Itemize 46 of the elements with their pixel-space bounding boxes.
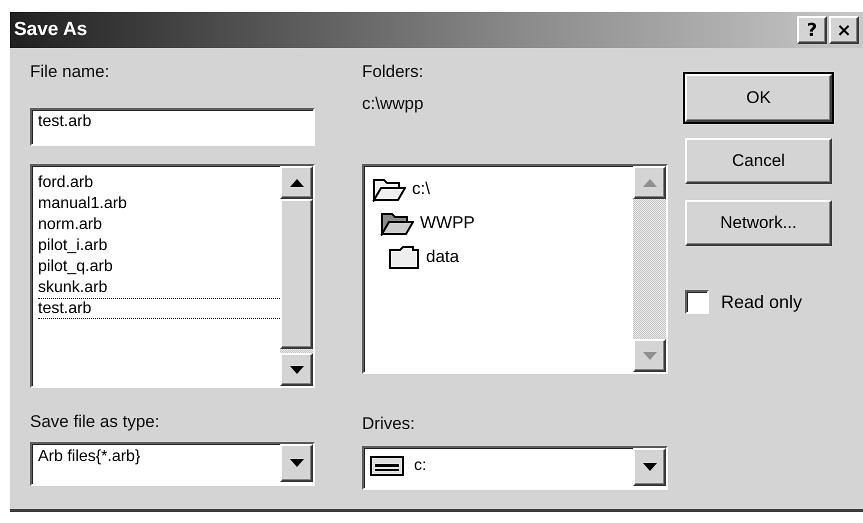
open-folder-icon xyxy=(380,210,414,236)
dialog-button[interactable]: Network... xyxy=(685,200,832,246)
scroll-down-button[interactable] xyxy=(280,353,313,386)
folder-item[interactable]: c:\ xyxy=(412,179,430,199)
dropdown-button[interactable] xyxy=(633,448,666,486)
current-path: c:\wwpp xyxy=(362,94,424,115)
drive-icon xyxy=(370,456,404,476)
file-item[interactable]: skunk.arb xyxy=(38,277,280,298)
dialog-button[interactable]: OK xyxy=(685,74,832,122)
folder-icon xyxy=(388,244,420,270)
checkbox-label: Read only xyxy=(721,292,802,312)
drives-dropdown[interactable]: c: xyxy=(362,446,668,490)
scroll-down-button[interactable] xyxy=(633,339,666,372)
field-label: Save file as type: xyxy=(30,412,160,433)
scroll-up-button[interactable] xyxy=(633,166,666,199)
window-title: Save As xyxy=(14,19,88,41)
read-only-checkbox[interactable] xyxy=(685,290,709,314)
folder-item[interactable]: WWPP xyxy=(420,213,475,233)
down-arrow-icon xyxy=(290,459,304,467)
file-name-field[interactable]: test.arb xyxy=(30,108,315,146)
field-label: Drives: xyxy=(362,414,416,435)
folder-item[interactable]: data xyxy=(426,247,460,267)
field-label: Folders: xyxy=(362,62,424,83)
down-arrow-icon xyxy=(642,352,656,360)
down-arrow-icon xyxy=(290,366,304,374)
help-button[interactable]: ? xyxy=(797,16,827,44)
dropdown-button[interactable] xyxy=(280,444,313,482)
drive-label: c: xyxy=(414,457,426,475)
scroll-thumb[interactable] xyxy=(280,199,313,349)
up-arrow-icon xyxy=(290,178,304,186)
file-item[interactable]: pilot_q.arb xyxy=(38,256,280,277)
file-item[interactable]: test.arb xyxy=(38,298,280,319)
scrollbar[interactable] xyxy=(633,166,666,372)
open-folder-icon xyxy=(372,176,406,202)
file-item[interactable]: ford.arb xyxy=(38,172,280,193)
up-arrow-icon xyxy=(642,178,656,186)
scroll-up-button[interactable] xyxy=(280,166,313,199)
file-type-dropdown[interactable]: Arb files{*.arb} xyxy=(30,442,315,486)
file-item[interactable]: pilot_i.arb xyxy=(38,235,280,256)
file-item[interactable]: manual1.arb xyxy=(38,193,280,214)
close-button[interactable]: × xyxy=(829,16,859,44)
dialog-button[interactable]: Cancel xyxy=(685,138,832,184)
down-arrow-icon xyxy=(642,463,656,471)
file-item[interactable]: norm.arb xyxy=(38,214,280,235)
field-label: File name: xyxy=(30,62,110,83)
scrollbar[interactable] xyxy=(280,166,313,386)
